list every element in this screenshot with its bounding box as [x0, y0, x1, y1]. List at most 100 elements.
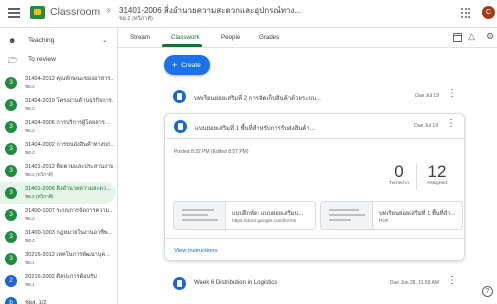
view-instructions-link[interactable]: View instructions	[174, 248, 217, 254]
class-section: ชผ.2 (ทวิภาคี)	[119, 16, 153, 22]
top-app-bar: Classroom › 31401-2006 สิ่งอำนวยความสะดว…	[0, 0, 497, 28]
assignment-due: Due Jun 28, 11:59 AM	[389, 280, 439, 286]
attachment-subtitle: PDF	[379, 219, 389, 224]
create-button[interactable]: + Create	[164, 55, 210, 75]
assignment-icon	[173, 90, 186, 103]
attachment-thumbnail	[321, 202, 373, 229]
attachment-pdf[interactable]: บทเรียนย่อยเสริมที่ 1 พื้นที่สำ... PDF	[320, 201, 463, 230]
teaching-label: Teaching	[28, 37, 55, 44]
course-section: ชผ.2	[25, 238, 35, 243]
assignment-row[interactable]: Week 6 Distribution in Logistics Due Jun…	[164, 271, 465, 296]
course-name: 31400-1007 ระบบการจัดการความ...	[25, 208, 113, 214]
sidebar-course-item[interactable]: 3 30216-2012 เทคโนการพัฒนาบุค... ชผ.1	[0, 248, 116, 270]
course-name: 31404-2002 การขนส่งสินค้าทางบก...	[25, 142, 113, 148]
course-badge: 2	[5, 275, 17, 287]
course-name: 31404-2012 คุณลักษณะของอาหาร...	[25, 76, 113, 82]
help-icon[interactable]: ?	[482, 286, 493, 297]
assignment-title: แบบย่อยเสริมที่ 1 พื้นที่สำหรับการรับส่ง…	[195, 126, 315, 132]
teaching-people-icon: ☻	[8, 36, 17, 45]
sidebar-course-item[interactable]: 3 31404-2002 การขนส่งสินค้าทางบก... ชผ.2	[0, 138, 116, 160]
attachment-form[interactable]: แบบฝึกหัด: แบบย่อยเสริมบ... https://docs…	[173, 201, 316, 230]
course-section: ชผ.2	[25, 84, 35, 89]
course-badge: b	[5, 297, 17, 304]
stat-divider	[416, 164, 417, 190]
active-tab-indicator	[162, 44, 202, 47]
attachment-title: บทเรียนย่อยเสริมที่ 1 พื้นที่สำ...	[379, 211, 456, 217]
sidebar: ☻ Teaching ⌄ 🗁 To review 3 31404-2012 คุณ…	[0, 28, 118, 304]
expanded-assignment-card: แบบย่อยเสริมที่ 1 พื้นที่สำหรับการรับส่ง…	[164, 113, 465, 261]
course-name: ชผส. 1/2	[25, 300, 47, 304]
assignment-due: Due Jul 19	[415, 93, 439, 99]
more-options-icon[interactable]: ⋮	[447, 276, 457, 286]
sidebar-item-to-review[interactable]: 🗁 To review	[0, 51, 118, 69]
course-badge: 3	[5, 165, 17, 177]
turned-in-count: 0	[394, 162, 404, 181]
assignment-row[interactable]: แบบย่อยเสริมที่ 1 พื้นที่สำหรับการรับส่ง…	[165, 114, 464, 139]
sidebar-course-item[interactable]: 3 31404-2012 คุณลักษณะของอาหาร... ชผ.2	[0, 72, 116, 94]
google-apps-icon[interactable]	[461, 8, 471, 18]
course-name: 30216-2012 เทคโนการพัฒนาบุค...	[25, 252, 110, 258]
assignment-row[interactable]: บทเรียนย่อยเสริมที่ 2 การจัดเก็บสินค้าด้…	[164, 84, 465, 109]
sidebar-course-item[interactable]: 3 31400-1007 ระบบการจัดการความ... ชผ.2	[0, 204, 116, 226]
course-badge: 3	[5, 143, 17, 155]
sidebar-course-item[interactable]: 3 31404-2006 การบริการผู้โดยสาร... ชผ.2	[0, 116, 116, 138]
course-name: 31401-2006 สิ่งอำนวยความสะดว...	[25, 186, 111, 192]
to-review-label: To review	[28, 56, 56, 63]
course-badge: 3	[5, 121, 17, 133]
sidebar-item-teaching[interactable]: ☻ Teaching ⌄	[0, 32, 118, 50]
assigned-count: 12	[427, 162, 447, 181]
course-section: ชผ.2	[25, 216, 35, 221]
course-name: 31404-2006 การบริการผู้โดยสาร...	[25, 120, 110, 126]
course-section: ชผ.2	[25, 128, 35, 133]
assigned-stat[interactable]: 12 Assigned	[421, 162, 453, 187]
main-menu-icon[interactable]	[8, 8, 20, 18]
tab-grades[interactable]: Grades	[259, 34, 279, 41]
drive-folder-icon[interactable]: △	[468, 31, 475, 42]
assigned-label: Assigned	[427, 181, 447, 186]
sidebar-course-item[interactable]: b ชผส. 1/2	[0, 292, 116, 304]
turned-in-stat[interactable]: 0 Turned in	[385, 162, 413, 187]
assignment-icon	[173, 277, 186, 290]
course-section: ชผ.2	[25, 106, 35, 111]
attachment-thumbnail	[174, 202, 226, 229]
course-badge: 3	[5, 187, 17, 199]
account-avatar[interactable]: C	[482, 6, 495, 19]
card-divider	[165, 238, 464, 239]
tab-stream[interactable]: Stream	[130, 34, 150, 41]
assignment-title: Week 6 Distribution in Logistics	[194, 280, 278, 286]
expanded-assignment-header[interactable]: แบบย่อยเสริมที่ 1 พื้นที่สำหรับการรับส่ง…	[165, 114, 464, 139]
course-name: 31400-1003 กฎหมายในงานอาชีพ...	[25, 230, 113, 236]
course-section: ชผ.1	[25, 260, 35, 265]
course-name: 31401-2012 ติดตามและประสานงาน...	[25, 164, 113, 170]
create-label: Create	[181, 62, 201, 69]
tab-people[interactable]: People	[221, 34, 240, 41]
settings-gear-icon[interactable]: ⚙	[486, 31, 494, 42]
course-section: ชผ.2	[25, 150, 35, 155]
sidebar-course-item[interactable]: 3 31400-1003 กฎหมายในงานอาชีพ... ชผ.2	[0, 226, 116, 248]
plus-icon: +	[172, 60, 178, 70]
classroom-logo-icon[interactable]	[30, 6, 45, 19]
sidebar-course-item[interactable]: 3 31401-2012 ติดตามและประสานงาน... ชผ.2 (ท…	[0, 160, 116, 182]
course-badge: 3	[5, 99, 17, 111]
calendar-icon[interactable]	[453, 33, 462, 42]
sidebar-course-item[interactable]: 2 20216-2002 ศิลปะการต้อนรับ ชผ.1	[0, 270, 116, 292]
assignment-icon	[174, 120, 187, 133]
sidebar-course-item[interactable]: 3 31401-2006 สิ่งอำนวยความสะดว... ชผ.2 (ทว…	[0, 182, 116, 204]
breadcrumb-separator: ›	[107, 5, 111, 16]
course-section: ชผ.2 (ทวิภาคี)	[25, 194, 54, 199]
app-title[interactable]: Classroom	[50, 6, 100, 18]
posted-timestamp: Posted 8:32 PM (Edited 8:57 PM)	[174, 149, 249, 155]
sidebar-course-item[interactable]: 3 31404-2019 โครงงานด้านธุรกิจการ... ชผ.2	[0, 94, 116, 116]
assignment-title: บทเรียนย่อยเสริมที่ 2 การจัดเก็บสินค้าด้…	[194, 96, 321, 102]
more-options-icon[interactable]: ⋮	[447, 89, 457, 99]
to-review-folder-icon: 🗁	[8, 56, 18, 65]
course-badge: 3	[5, 77, 17, 89]
course-badge: 3	[5, 209, 17, 221]
course-section: ชผ.1	[25, 282, 35, 287]
chevron-down-icon[interactable]: ⌄	[102, 36, 108, 44]
course-badge: 3	[5, 253, 17, 265]
more-options-icon[interactable]: ⋮	[446, 119, 456, 129]
course-section: ชผ.2 (ทวิภาคี)	[25, 172, 54, 177]
class-tabs: Stream Classwork People Grades △ ⚙	[118, 28, 497, 48]
tab-classwork[interactable]: Classwork	[171, 34, 200, 41]
